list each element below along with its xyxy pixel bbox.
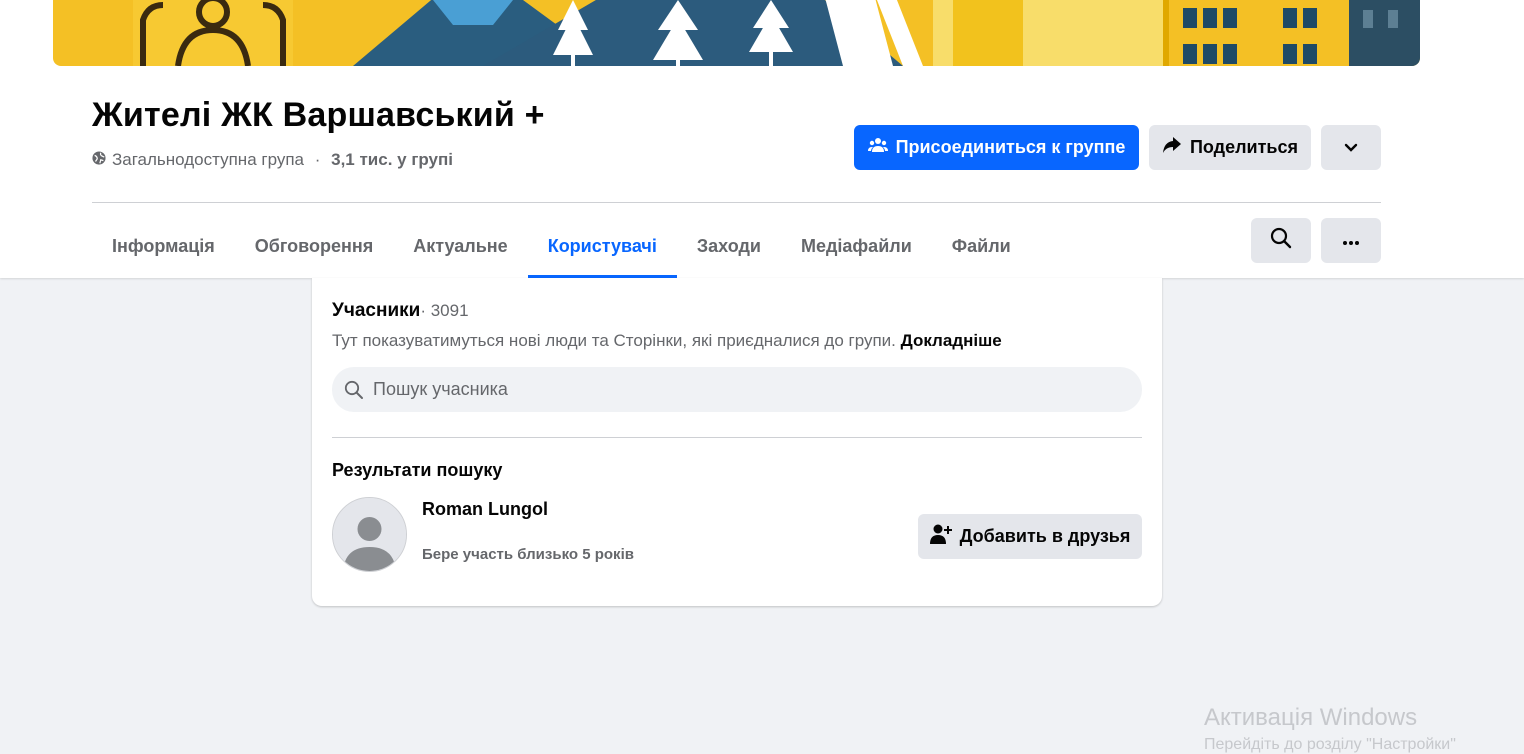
search-icon	[1270, 227, 1292, 254]
header-divider	[92, 202, 1381, 203]
more-dots-icon	[1342, 230, 1360, 251]
share-label: Поделиться	[1189, 137, 1299, 157]
windows-activation-watermark: Активація Windows	[1204, 704, 1418, 731]
tab-files[interactable]: Файли	[932, 218, 1031, 278]
add-friend-label: Добавить в друзья	[959, 526, 1131, 546]
avatar[interactable]	[332, 497, 407, 572]
share-arrow-icon	[1162, 136, 1182, 159]
members-description-text: Тут показуватимуться нові люди та Сторін…	[332, 331, 896, 350]
meta-separator: ·	[310, 150, 326, 169]
group-member-count[interactable]: 3,1 тис. у групі	[331, 150, 453, 170]
group-meta: Загальнодоступна група · 3,1 тис. у груп…	[92, 150, 453, 170]
learn-more-link[interactable]: Докладніше	[901, 331, 1002, 350]
join-group-label: Присоединиться к группе	[895, 137, 1126, 157]
members-card-title: Учасники· 3091	[332, 300, 469, 322]
members-title: Учасники	[332, 300, 421, 321]
members-count: · 3091	[420, 301, 469, 320]
member-tenure: Бере участь близько 5 років	[422, 546, 634, 563]
search-results-heading: Результати пошуку	[332, 460, 503, 480]
group-people-icon	[867, 137, 888, 158]
more-options-dropdown-button[interactable]	[1321, 125, 1381, 170]
member-result-row: Roman Lungol Бере участь близько 5 років…	[332, 497, 1142, 573]
tab-members[interactable]: Користувачі	[527, 218, 677, 278]
member-name[interactable]: Roman Lungol	[422, 499, 548, 520]
members-card: Учасники· 3091 Тут показуватимуться нові…	[312, 278, 1162, 606]
group-search-button[interactable]	[1251, 218, 1311, 263]
tab-featured[interactable]: Актуальне	[393, 218, 527, 278]
tab-information[interactable]: Інформація	[92, 218, 235, 278]
tab-media[interactable]: Медіафайли	[781, 218, 932, 278]
add-friend-icon	[929, 524, 952, 549]
cover-photo[interactable]	[53, 0, 1420, 66]
members-description: Тут показуватимуться нові люди та Сторін…	[332, 331, 1002, 351]
group-header: Жителі ЖК Варшавський + Загальнодоступна…	[0, 0, 1524, 278]
tab-discussion[interactable]: Обговорення	[235, 218, 393, 278]
member-search-box[interactable]	[332, 367, 1142, 412]
card-divider	[332, 437, 1142, 438]
windows-activation-subtitle: Перейдіть до розділу "Настройки"	[1204, 736, 1456, 753]
group-more-button[interactable]	[1321, 218, 1381, 263]
globe-icon	[92, 150, 106, 170]
chevron-down-icon	[1344, 137, 1358, 158]
member-search-input[interactable]	[371, 378, 1135, 401]
group-privacy[interactable]: Загальнодоступна група	[112, 150, 304, 170]
group-title[interactable]: Жителі ЖК Варшавський +	[92, 96, 545, 135]
group-tabs: Інформація Обговорення Актуальне Користу…	[92, 218, 1031, 278]
search-icon	[343, 379, 365, 401]
tab-events[interactable]: Заходи	[677, 218, 781, 278]
share-button[interactable]: Поделиться	[1149, 125, 1311, 170]
join-group-button[interactable]: Присоединиться к группе	[854, 125, 1139, 170]
add-friend-button[interactable]: Добавить в друзья	[918, 514, 1142, 559]
